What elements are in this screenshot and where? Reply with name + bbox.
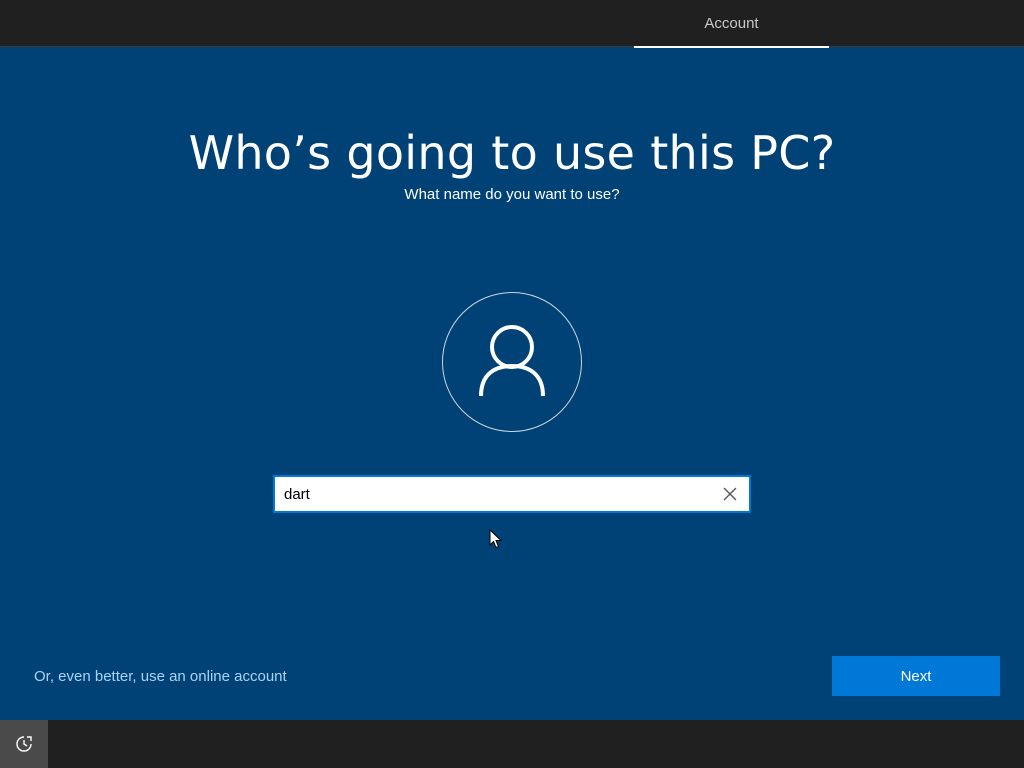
tab-account[interactable]: Account [634,0,829,48]
top-bar: Account [0,0,1024,48]
clear-button[interactable] [711,477,749,511]
user-icon [479,325,545,397]
avatar [442,292,582,432]
page-subtitle: What name do you want to use? [404,186,620,203]
ease-of-access-button[interactable] [0,720,48,768]
tab-account-label: Account [704,15,759,32]
page-title: Who’s going to use this PC? [188,126,836,180]
online-account-link[interactable]: Or, even better, use an online account [34,668,287,685]
ease-of-access-icon [16,736,32,752]
name-input[interactable] [275,477,711,511]
name-field [273,475,751,513]
close-icon [723,487,737,501]
next-button[interactable]: Next [832,656,1000,696]
mouse-pointer-icon [489,529,503,549]
bottom-bar [0,720,1024,768]
oobe-account-panel: Who’s going to use this PC? What name do… [0,48,1024,720]
